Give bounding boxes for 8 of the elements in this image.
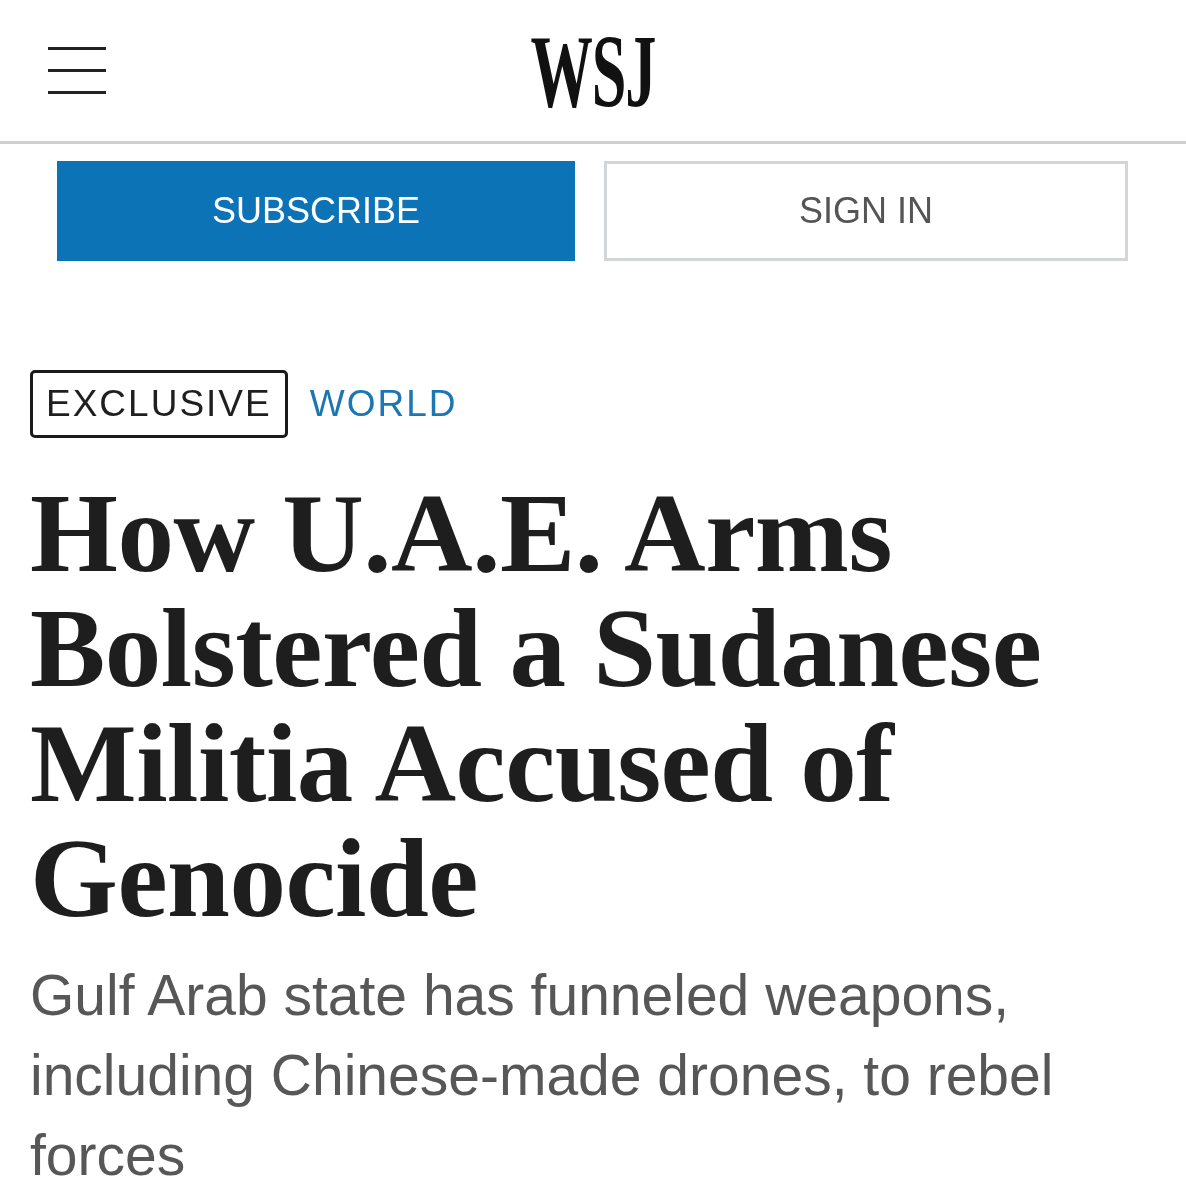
headline: How U.A.E. Arms Bolstered a Sudanese Militia Accused of Genocide: [30, 475, 1043, 935]
exclusive-label: EXCLUSIVE: [30, 370, 288, 438]
menu-icon[interactable]: [48, 47, 106, 94]
summary-text: Gulf Arab state has funneled weapons, including Chinese-made drones, to rebel forces: [30, 962, 1055, 1189]
sign-in-button[interactable]: SIGN IN: [604, 161, 1128, 261]
section-link[interactable]: WORLD: [309, 383, 458, 425]
logo[interactable]: WSJ: [530, 30, 656, 111]
subscribe-button[interactable]: SUBSCRIBE: [57, 161, 575, 261]
